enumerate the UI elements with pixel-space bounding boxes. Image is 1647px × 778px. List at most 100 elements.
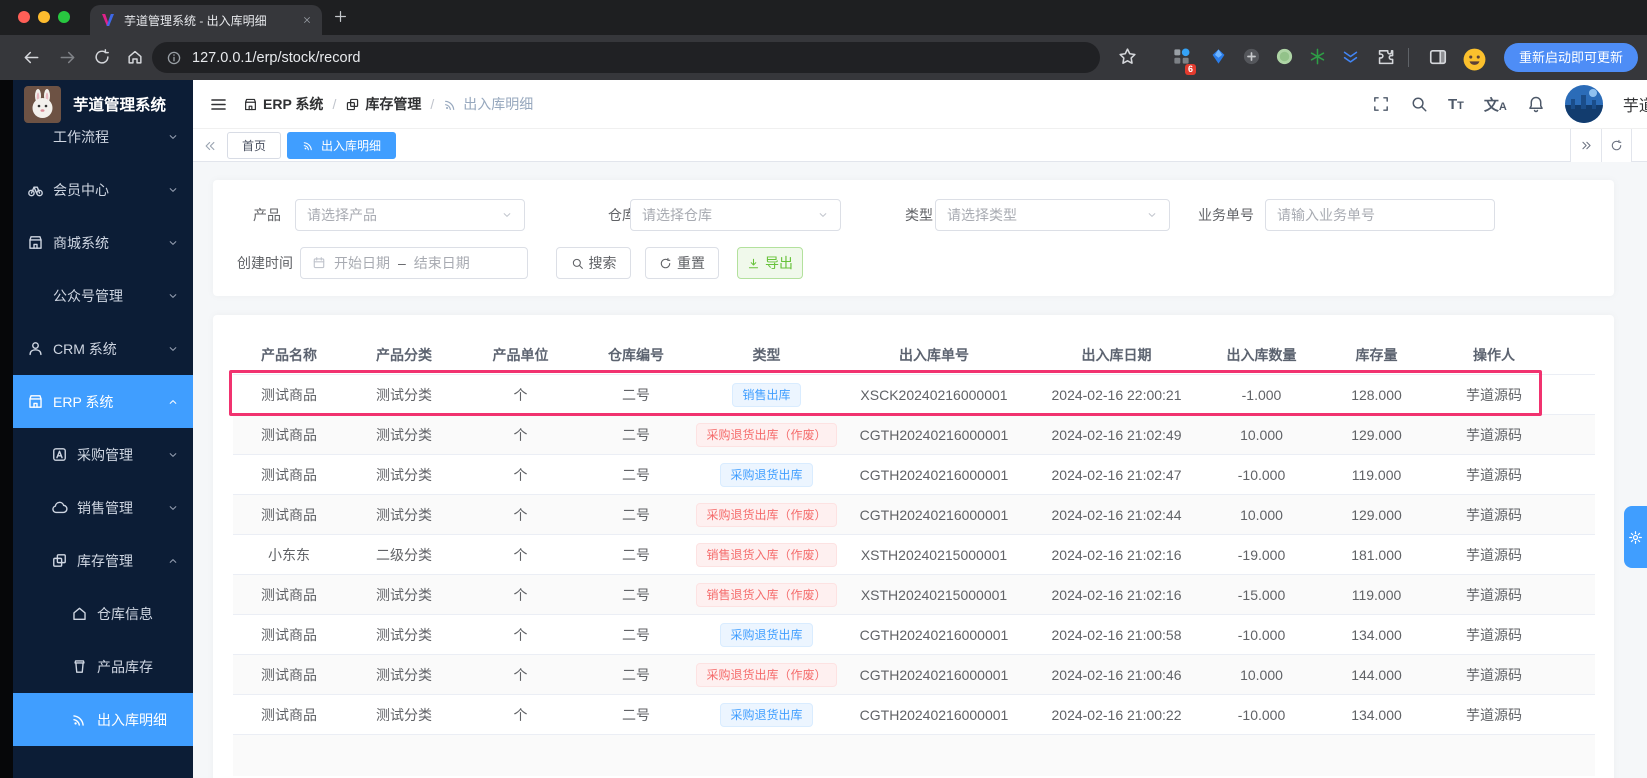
search-icon[interactable] bbox=[1410, 95, 1428, 113]
chevron-up-icon bbox=[167, 396, 179, 408]
cell-product: 测试商品 bbox=[261, 706, 317, 723]
table-row[interactable]: 测试商品 测试分类 个 二号 采购退货出库 CGTH20240216000001 2024-… bbox=[233, 695, 1595, 735]
table-row[interactable]: 测试商品 测试分类 个 二号 采购退货出库（作废） CGTH20240216000001 2… bbox=[233, 655, 1595, 695]
browser-update-button[interactable]: 重新启动即可更新 bbox=[1504, 43, 1639, 72]
biz-no-label: 业务单号 bbox=[1198, 207, 1254, 223]
cell-date: 2024-02-16 21:02:49 bbox=[1051, 426, 1182, 443]
table-row[interactable]: 测试商品 测试分类 个 二号 采购退货出库 CGTH20240216000001 2024-… bbox=[233, 455, 1595, 495]
table-row[interactable]: 测试商品 测试分类 个 二号 销售出库 XSCK20240216000001 2024-02… bbox=[233, 375, 1595, 415]
search-button[interactable]: 搜索 bbox=[556, 247, 631, 279]
sidebar-item[interactable]: ERP 系统 bbox=[13, 375, 193, 428]
settings-drawer-button[interactable] bbox=[1624, 506, 1647, 568]
cell-warehouse: 二号 bbox=[622, 666, 650, 683]
cell-product: 小东东 bbox=[268, 546, 310, 563]
cell-operator: 芋道源码 bbox=[1466, 546, 1522, 563]
cell-product: 测试商品 bbox=[261, 466, 317, 483]
back-icon[interactable] bbox=[22, 48, 41, 67]
cell-product: 测试商品 bbox=[261, 626, 317, 643]
window-close-button[interactable] bbox=[18, 11, 30, 23]
collapse-menu-icon[interactable] bbox=[209, 95, 228, 114]
type-select[interactable]: 请选择类型 bbox=[935, 199, 1170, 231]
sidebar-item[interactable]: 库存管理 bbox=[13, 534, 193, 587]
sidebar-item-label: 会员中心 bbox=[53, 181, 109, 198]
extension-green-star-icon[interactable] bbox=[1308, 47, 1327, 66]
cell-order_no: CGTH20240216000001 bbox=[859, 706, 1009, 723]
side-panel-icon[interactable] bbox=[1428, 47, 1448, 67]
product-select[interactable]: 请选择产品 bbox=[295, 199, 525, 231]
sidebar-item[interactable]: CRM 系统 bbox=[13, 322, 193, 375]
navbar-actions: TT 文A 芋道源码 bbox=[1372, 80, 1647, 128]
user-name[interactable]: 芋道源码 bbox=[1623, 92, 1647, 116]
extension-gem-icon[interactable] bbox=[1209, 47, 1228, 66]
breadcrumb-item[interactable]: 库存管理 bbox=[345, 94, 421, 114]
stock-icon bbox=[51, 552, 68, 569]
export-button[interactable]: 导出 bbox=[737, 247, 803, 279]
sidebar-item[interactable]: 商城系统 bbox=[13, 216, 193, 269]
site-info-icon[interactable] bbox=[166, 50, 182, 66]
app-logo[interactable]: 芋道管理系统 bbox=[13, 80, 193, 128]
sidebar-item[interactable]: 公众号管理 bbox=[13, 269, 193, 322]
cell-stock: 129.000 bbox=[1351, 506, 1402, 523]
extensions-puzzle-icon[interactable] bbox=[1376, 47, 1395, 66]
cell-stock: 134.000 bbox=[1351, 706, 1402, 723]
cell-warehouse: 二号 bbox=[622, 706, 650, 723]
sidebar-item[interactable]: 会员中心 bbox=[13, 163, 193, 216]
sidebar-item-label: 出入库明细 bbox=[97, 711, 167, 728]
table-row[interactable]: 测试商品 测试分类 个 二号 采购退货出库（作废） CGTH20240216000001 2… bbox=[233, 495, 1595, 535]
cell-type: 采购退货出库（作废） bbox=[694, 502, 839, 527]
table-row[interactable]: 测试商品 测试分类 个 二号 销售退货入库（作废） XSTH20240215000001 2… bbox=[233, 575, 1595, 615]
forward-icon[interactable] bbox=[58, 48, 77, 67]
reload-icon[interactable] bbox=[93, 48, 111, 66]
profile-emoji-icon[interactable] bbox=[1462, 47, 1487, 72]
table-row[interactable]: 测试商品 测试分类 个 二号 采购退货出库（作废） CGTH20240216000001 2… bbox=[233, 415, 1595, 455]
url-bar[interactable]: 127.0.0.1/erp/stock/record bbox=[152, 42, 1100, 73]
cell-date: 2024-02-16 21:00:58 bbox=[1051, 626, 1182, 643]
sidebar-item[interactable]: 仓库信息 bbox=[13, 587, 193, 640]
window-zoom-button[interactable] bbox=[58, 11, 70, 23]
window-minimize-button[interactable] bbox=[38, 11, 50, 23]
sidebar-item-label: 公众号管理 bbox=[53, 287, 123, 304]
chevron-up-icon bbox=[167, 555, 179, 567]
warehouse-select[interactable]: 请选择仓库 bbox=[630, 199, 841, 231]
browser-tab[interactable]: 芋道管理系统 - 出入库明细 bbox=[90, 5, 322, 35]
type-badge: 采购退货出库（作废） bbox=[696, 502, 837, 527]
tab-close-icon[interactable] bbox=[302, 15, 312, 25]
reset-button[interactable]: 重置 bbox=[645, 247, 719, 279]
tags-scroll-left-icon[interactable] bbox=[203, 139, 217, 153]
date-range-picker[interactable]: 开始日期 – 结束日期 bbox=[300, 247, 528, 279]
cell-order_no: CGTH20240216000001 bbox=[859, 426, 1009, 443]
bookmark-star-icon[interactable] bbox=[1118, 47, 1137, 66]
chevron-down-icon bbox=[501, 209, 513, 221]
fullscreen-icon[interactable] bbox=[1372, 95, 1390, 113]
user-avatar[interactable] bbox=[1564, 85, 1603, 123]
tags-scroll-right-button[interactable] bbox=[1570, 129, 1601, 162]
notification-bell-icon[interactable] bbox=[1527, 95, 1545, 113]
cell-stock: 181.000 bbox=[1351, 546, 1402, 563]
tags-refresh-button[interactable] bbox=[1601, 129, 1632, 162]
breadcrumb-item[interactable]: ERP 系统 bbox=[243, 94, 323, 114]
cell-category: 测试分类 bbox=[376, 506, 432, 523]
sidebar-item-label: 商城系统 bbox=[53, 234, 109, 251]
sidebar-item[interactable]: 出入库明细 bbox=[13, 693, 193, 746]
sidebar-item[interactable]: 产品库存 bbox=[13, 640, 193, 693]
tag-tab[interactable]: 出入库明细 bbox=[287, 132, 397, 159]
sidebar-item[interactable]: 销售管理 bbox=[13, 481, 193, 534]
breadcrumb-item[interactable]: 出入库明细 bbox=[443, 94, 533, 114]
extension-green-circle-icon[interactable] bbox=[1275, 47, 1294, 66]
extension-dark-circle-icon[interactable] bbox=[1242, 47, 1261, 66]
tag-tab[interactable]: 首页 bbox=[227, 132, 282, 159]
translate-icon[interactable]: 文A bbox=[1484, 94, 1507, 115]
new-tab-button[interactable] bbox=[333, 9, 348, 24]
table-row[interactable]: 小东东 二级分类 个 二号 销售退货入库（作废） XSTH20240215000001 20… bbox=[233, 535, 1595, 575]
extension-layers-icon[interactable] bbox=[1341, 47, 1360, 66]
table-row[interactable]: 测试商品 测试分类 个 二号 采购退货出库 CGTH20240216000001 2024-… bbox=[233, 615, 1595, 655]
biz-no-input[interactable] bbox=[1277, 207, 1483, 223]
table-partial-row bbox=[233, 735, 1595, 776]
home-icon[interactable] bbox=[126, 48, 144, 66]
column-header: 出入库数量 bbox=[1226, 346, 1297, 363]
extension-grid-icon[interactable]: 6 bbox=[1172, 47, 1196, 75]
sidebar-item[interactable]: 采购管理 bbox=[13, 428, 193, 481]
font-size-icon[interactable]: TT bbox=[1448, 96, 1464, 113]
stock-icon bbox=[345, 97, 360, 112]
cell-type: 采购退货出库 bbox=[694, 702, 839, 727]
